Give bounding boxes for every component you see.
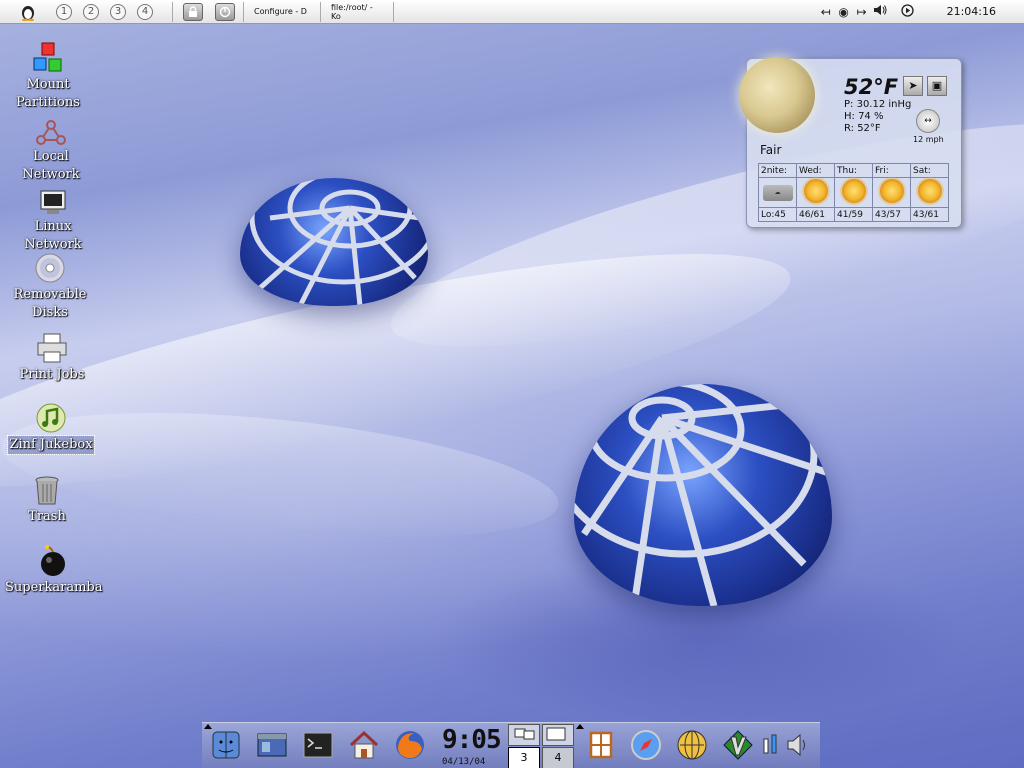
desktop-icon-label: Removable Disks [13, 287, 87, 320]
window-list-icon[interactable] [584, 729, 616, 761]
desktop-icon-zinf-jukebox[interactable]: Zinf Jukebox [3, 402, 99, 455]
panel-clock[interactable]: 21:04:16 [947, 5, 996, 18]
desktop-icon-superkaramba[interactable]: Superkaramba [5, 545, 103, 597]
control-center-icon[interactable] [256, 729, 288, 761]
night-weather-icon: ☁ [758, 177, 797, 208]
wallpaper-sphere [574, 384, 832, 606]
desktop-icon-label: Local Network [22, 149, 80, 182]
desktop-icon-label: Linux Network [24, 219, 82, 252]
volume-icon[interactable] [871, 4, 889, 19]
dock-date: 04/13/04 [442, 757, 486, 767]
jukebox-icon [35, 402, 67, 434]
linux-network-icon [37, 188, 69, 216]
network-back-icon[interactable]: ↤ [817, 5, 835, 19]
desktop-3-button[interactable]: 3 [110, 3, 126, 20]
top-panel: 1 2 3 4 Configure - D file:/root/ - Ko ↤… [0, 0, 1024, 24]
local-network-icon [35, 120, 67, 146]
kde-menu-button[interactable] [14, 2, 42, 22]
forecast-day: Sat: [910, 163, 949, 178]
desktop-icon-print-jobs[interactable]: Print Jobs [4, 332, 100, 384]
settings-icon[interactable]: ➤ [903, 76, 923, 96]
refresh-icon[interactable]: ▣ [927, 76, 947, 96]
forecast-day: 2nite: [758, 163, 797, 178]
firefox-icon[interactable] [394, 729, 426, 761]
pager-arrow-icon[interactable] [576, 724, 584, 729]
pager-desktop-3[interactable]: 3 [508, 747, 540, 768]
pager-preview-desktop-2[interactable] [542, 724, 574, 746]
wind-speed-text: 12 mph [913, 135, 944, 144]
lock-icon [189, 5, 197, 17]
separator [243, 1, 244, 22]
pager-desktop-4[interactable]: 4 [542, 747, 574, 768]
forecast-day: Fri: [872, 163, 911, 178]
trash-icon [31, 474, 63, 506]
sunny-icon [796, 177, 835, 208]
desktop-pager[interactable]: 3 4 [508, 723, 576, 768]
taskbar-item[interactable]: file:/root/ - Ko [325, 3, 389, 21]
separator [393, 1, 394, 22]
forecast-temps: 43/57 [872, 207, 911, 222]
forecast-day: Thu: [834, 163, 873, 178]
vim-icon[interactable] [722, 729, 754, 761]
desktop-icon-label: Mount Partitions [16, 77, 80, 110]
desktop-1-button[interactable]: 1 [56, 3, 72, 20]
removable-disks-icon [34, 252, 66, 284]
dock-clock[interactable]: 9:05 [442, 725, 502, 755]
moon-phase-icon [739, 57, 815, 133]
sunny-icon [834, 177, 873, 208]
forecast-day: Wed: [796, 163, 835, 178]
separator [172, 1, 173, 22]
desktop-icon-label: Zinf Jukebox [7, 435, 95, 455]
current-temperature: 52°F [844, 75, 899, 99]
tux-icon [22, 5, 34, 21]
taskbar-item[interactable]: Configure - D [248, 3, 316, 21]
mount-partitions-icon [32, 42, 64, 74]
forecast-temps: 41/59 [834, 207, 873, 222]
humidity-text: H: 74 % [844, 111, 884, 122]
condition-text: Fair [760, 143, 782, 157]
network-forward-icon[interactable]: ↦ [853, 5, 871, 19]
network-globe-icon[interactable] [676, 729, 708, 761]
printer-icon [36, 332, 68, 364]
realfeel-text: R: 52°F [844, 123, 881, 134]
desktop-icon-mount-partitions[interactable]: Mount Partitions [0, 42, 96, 112]
sunny-icon [872, 177, 911, 208]
wind-direction-icon: ↔ [916, 109, 940, 133]
pager-preview-desktop-1[interactable] [508, 724, 540, 746]
desktop-icon-local-network[interactable]: Local Network [3, 120, 99, 184]
logout-button[interactable] [215, 2, 235, 21]
desktop-icon-trash[interactable]: Trash [0, 474, 95, 526]
bomb-icon [37, 545, 69, 577]
desktop-icon-label: Print Jobs [19, 367, 85, 382]
lock-screen-button[interactable] [183, 2, 203, 21]
finder-icon[interactable] [210, 729, 242, 761]
weather-widget[interactable]: 52°F ➤ ▣ P: 30.12 inHg H: 74 % R: 52°F ↔… [739, 57, 962, 228]
desktop-2-button[interactable]: 2 [83, 3, 99, 20]
terminal-icon[interactable] [302, 729, 334, 761]
separator [320, 1, 321, 22]
power-icon [219, 6, 231, 17]
forecast-temps: 43/61 [910, 207, 949, 222]
desktop-icon-label: Superkaramba [5, 580, 103, 595]
desktop-icon-label: Trash [28, 509, 66, 524]
safari-compass-icon[interactable] [630, 729, 662, 761]
pressure-text: P: 30.12 inHg [844, 99, 912, 110]
network-status-icon[interactable]: ◉ [835, 5, 853, 19]
wallpaper-sphere [240, 178, 428, 306]
forecast-temps: Lo:45 [758, 207, 797, 222]
sunny-icon [910, 177, 949, 208]
desktop-icon-removable-disks[interactable]: Removable Disks [2, 252, 98, 322]
forecast-temps: 46/61 [796, 207, 835, 222]
media-play-icon[interactable] [899, 3, 917, 20]
desktop-icon-linux-network[interactable]: Linux Network [5, 188, 101, 254]
home-folder-icon[interactable] [348, 729, 380, 761]
forecast-table: 2nite: Wed: Thu: Fri: Sat: ☁ Lo:45 46/61… [758, 163, 949, 222]
speaker-icon[interactable] [786, 729, 818, 761]
bottom-dock: 9:05 04/13/04 3 4 [202, 722, 820, 768]
desktop-4-button[interactable]: 4 [137, 3, 153, 20]
